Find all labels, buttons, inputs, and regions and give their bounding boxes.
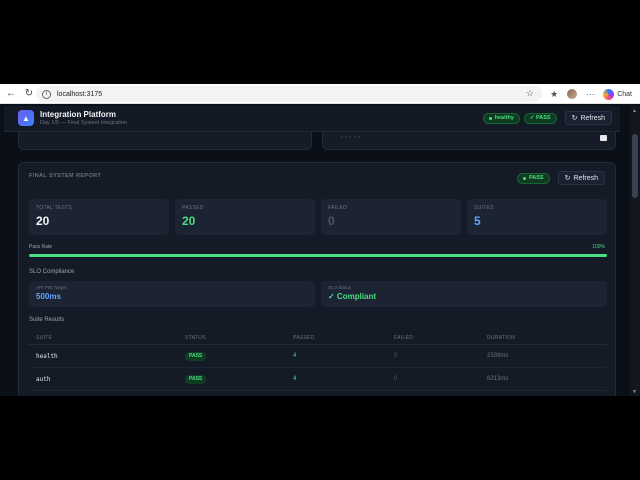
suite-results-table: SUITE STATUS PASSED FAILED DURATION heal… [29, 331, 607, 391]
app-title: Integration Platform [40, 110, 117, 119]
more-menu-icon[interactable]: ⋯ [583, 87, 597, 101]
slo-api-target: API P95 Target 500ms [29, 281, 315, 307]
stat-label: PASSED [182, 205, 204, 211]
reload-icon[interactable]: ↻ [22, 87, 36, 101]
scroll-up-icon[interactable]: ▲ [632, 108, 637, 114]
slo-label: SLO Status [328, 285, 352, 290]
stat-passed: PASSED 20 [175, 199, 315, 235]
failed-cell: 0 [394, 376, 398, 382]
stat-label: FAILED [328, 205, 348, 211]
duration-cell: 2339ms [487, 353, 509, 359]
stat-failed: FAILED 0 [321, 199, 461, 235]
stat-value: 0 [328, 214, 335, 228]
status-cell: PASS [185, 351, 293, 361]
pass-rate-label: Pass Rate [29, 244, 53, 250]
health-badge-label: healthy [494, 115, 514, 121]
column-header-passed: PASSED [293, 334, 315, 341]
stat-label: SUITES [474, 205, 494, 211]
suite-name: health [36, 352, 58, 360]
table-row[interactable]: health PASS 4 0 2339ms [29, 345, 607, 368]
passed-cell: 4 [293, 353, 297, 359]
status-dot-icon [488, 116, 492, 120]
slo-value: ✓ Compliant [328, 292, 377, 301]
chat-button[interactable]: Chat [603, 88, 632, 100]
stat-label: TOTAL TESTS [36, 205, 73, 211]
stat-total-tests: TOTAL TESTS 20 [29, 199, 169, 235]
stat-suites: SUITES 5 [467, 199, 607, 235]
toolbar-right: ★ ⋯ Chat [545, 84, 640, 104]
stat-value: 5 [474, 214, 481, 228]
pass-rate-bar [29, 254, 607, 257]
column-header-status: STATUS [185, 334, 206, 341]
chat-label: Chat [617, 90, 632, 98]
app-header: ▲ Integration Platform Day 1/5 — Final S… [4, 106, 620, 132]
browser-toolbar: ← ↻ i localhost:3175 ☆ ★ ⋯ Chat [0, 84, 640, 104]
scroll-down-icon[interactable]: ▼ [632, 389, 637, 395]
browser-window: ← ↻ i localhost:3175 ☆ ★ ⋯ Chat ▲ Integr… [0, 84, 640, 396]
passed-cell: 4 [293, 376, 297, 382]
previous-card-right: ••••• [322, 132, 616, 150]
stat-value: 20 [36, 214, 50, 228]
suite-results-title: Suite Results [29, 317, 65, 323]
back-icon[interactable]: ← [4, 87, 18, 101]
address-bar[interactable]: i localhost:3175 ☆ [36, 86, 542, 102]
url-text[interactable]: localhost:3175 [57, 91, 102, 98]
favorite-star-icon[interactable]: ☆ [526, 88, 534, 99]
header-badges: healthy ✓ PASS ↻ Refresh [479, 111, 612, 125]
table-row[interactable]: auth PASS 4 0 6213ms [29, 368, 607, 391]
app-subtitle: Day 1/5 — Final System Integration [40, 120, 127, 126]
favorites-icon[interactable]: ★ [547, 87, 561, 101]
previous-card-text: ••••• [341, 134, 364, 139]
duration-cell: 6213ms [487, 376, 509, 382]
slo-section-title: SLO Compliance [29, 269, 75, 275]
report-title: FINAL SYSTEM REPORT [29, 173, 102, 179]
pass-rate-fill [29, 254, 607, 257]
page-scrollbar[interactable]: ▲ ▼ [630, 106, 640, 396]
mail-icon[interactable] [600, 135, 607, 141]
column-header-duration: DURATION [487, 334, 516, 341]
slo-value: 500ms [36, 292, 61, 301]
app-logo-icon: ▲ [18, 110, 34, 126]
stats-row: TOTAL TESTS 20 PASSED 20 FAILED 0 SUITES… [29, 199, 607, 235]
report-refresh-label: Refresh [573, 174, 598, 182]
header-refresh-label: Refresh [580, 114, 605, 122]
refresh-icon: ↻ [564, 175, 571, 182]
health-badge: healthy [482, 112, 520, 124]
refresh-icon: ↻ [571, 115, 578, 122]
copilot-icon [603, 88, 615, 100]
report-status-label: PASS [529, 175, 544, 181]
status-dot-icon [523, 176, 527, 180]
column-header-failed: FAILED [394, 334, 414, 341]
site-info-icon[interactable]: i [42, 89, 51, 99]
profile-avatar[interactable] [565, 87, 579, 101]
slo-label: API P95 Target [36, 285, 67, 290]
status-badge: PASS [185, 374, 207, 384]
status-cell: PASS [185, 374, 293, 384]
status-badge: PASS [185, 351, 207, 361]
report-refresh-button[interactable]: ↻ Refresh [557, 171, 605, 185]
suite-name: auth [36, 375, 51, 383]
screen: ← ↻ i localhost:3175 ☆ ★ ⋯ Chat ▲ Integr… [0, 0, 640, 480]
pass-badge: ✓ PASS [523, 112, 557, 124]
table-header: SUITE STATUS PASSED FAILED DURATION [29, 331, 607, 345]
scroll-thumb[interactable] [632, 134, 638, 198]
header-refresh-button[interactable]: ↻ Refresh [564, 111, 612, 125]
stat-value: 20 [182, 214, 196, 228]
pass-badge-label: ✓ PASS [529, 115, 551, 121]
slo-status: SLO Status ✓ Compliant [321, 281, 607, 307]
report-status-badge: PASS [517, 172, 550, 184]
final-system-report-card: FINAL SYSTEM REPORT PASS ↻ Refresh TOTAL… [18, 162, 616, 396]
previous-card-left [18, 132, 312, 150]
failed-cell: 0 [394, 353, 398, 359]
column-header-suite: SUITE [36, 334, 53, 341]
slo-row: API P95 Target 500ms SLO Status ✓ Compli… [29, 281, 607, 307]
pass-rate-value: 100% [592, 244, 605, 250]
report-actions: PASS ↻ Refresh [513, 171, 605, 185]
